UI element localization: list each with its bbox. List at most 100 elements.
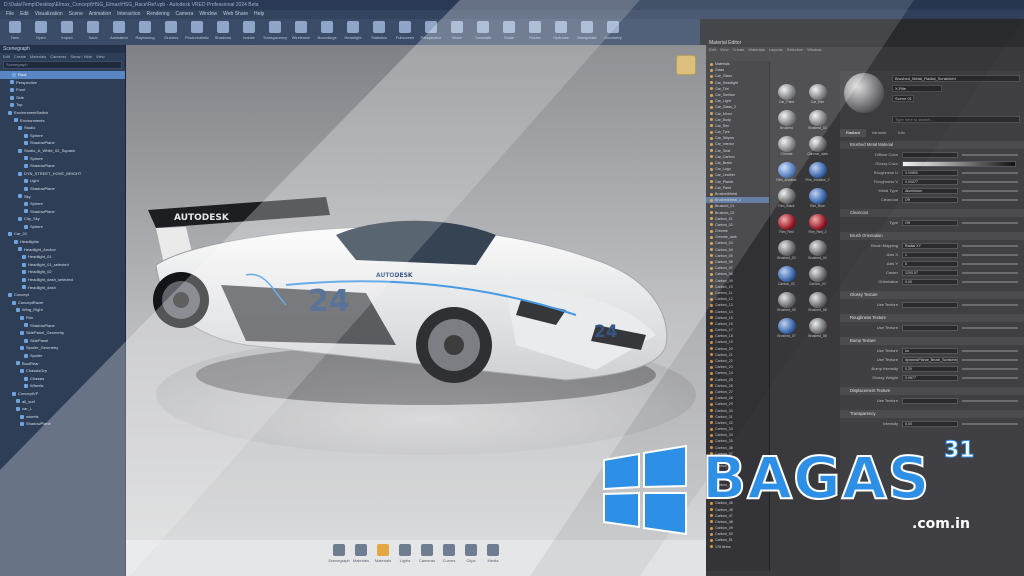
scenegraph-node[interactable]: Headlight_01	[0, 253, 125, 261]
view-cube[interactable]	[676, 55, 696, 75]
scenegraph-node[interactable]: ConceptVP	[0, 390, 125, 398]
visibility-checkbox[interactable]	[24, 186, 28, 191]
material-swatch[interactable]: Brushed_04	[803, 240, 832, 264]
visibility-checkbox[interactable]	[22, 277, 26, 282]
scenegraph-node[interactable]: ConceptRacer	[0, 299, 125, 307]
property-slider[interactable]	[962, 304, 1018, 306]
toolbar-button-save[interactable]: Save	[80, 19, 106, 45]
toolbar-button-photorealistic[interactable]: Photorealistic	[184, 19, 210, 45]
visibility-checkbox[interactable]	[18, 247, 22, 252]
menu-item-scene[interactable]: Scene	[69, 10, 83, 19]
material-swatch[interactable]: Rim_Red_2	[803, 214, 832, 238]
property-value-field[interactable]: 0.0977	[902, 375, 958, 381]
material-swatch[interactable]: Rim_Red	[772, 214, 801, 238]
scenegraph-node[interactable]: Wing_Right	[0, 306, 125, 314]
scenegraph-node[interactable]: ShadowPlane	[0, 208, 125, 216]
visibility-checkbox[interactable]	[22, 262, 26, 267]
scenegraph-node[interactable]: ShadowPlane	[0, 322, 125, 330]
scenegraph-node[interactable]: Spoiler_Geometry	[0, 344, 125, 352]
material-swatch[interactable]: Car_Paint	[772, 84, 801, 108]
scenegraph-node[interactable]: Headlight_02	[0, 268, 125, 276]
property-slider[interactable]	[962, 190, 1018, 192]
visibility-checkbox[interactable]	[12, 391, 16, 396]
visibility-checkbox[interactable]	[24, 376, 28, 381]
property-search-input[interactable]: Type here to search...	[892, 116, 1020, 123]
scenegraph-menu-item[interactable]: View	[96, 54, 105, 59]
scenegraph-node[interactable]: Root	[0, 71, 125, 79]
visibility-checkbox[interactable]	[10, 80, 14, 85]
material-swatch[interactable]: Rim_Blue	[803, 188, 832, 212]
scenegraph-node[interactable]: Headlight_dash	[0, 284, 125, 292]
scenegraph-node[interactable]: SidePanel	[0, 337, 125, 345]
menu-item-edit[interactable]: Edit	[20, 10, 29, 19]
property-value-field[interactable]	[902, 152, 958, 158]
scenegraph-node[interactable]: ShadowPlane	[0, 162, 125, 170]
property-slider[interactable]	[962, 181, 1018, 183]
scenegraph-node[interactable]: Headlight_01_selected	[0, 261, 125, 269]
scenegraph-menu-item[interactable]: Cameras	[50, 54, 66, 59]
property-section-header[interactable]: Clearcoat	[840, 209, 1024, 217]
scenegraph-node[interactable]: Sphere	[0, 223, 125, 231]
visibility-checkbox[interactable]	[20, 422, 24, 427]
scenegraph-node[interactable]: Sphere	[0, 200, 125, 208]
visibility-checkbox[interactable]	[24, 201, 28, 206]
toolbar-button-geometry[interactable]: Geometry	[600, 19, 626, 45]
visibility-checkbox[interactable]	[18, 194, 22, 199]
toolbar-button-new[interactable]: New	[2, 19, 28, 45]
material-swatch[interactable]: Carbon_02	[803, 266, 832, 290]
menu-item-camera[interactable]: Camera	[176, 10, 194, 19]
scenegraph-node[interactable]: all_surf	[0, 398, 125, 406]
material-swatch[interactable]: Brushed_06	[803, 292, 832, 316]
property-value-field[interactable]: Off	[902, 220, 958, 226]
property-section-header[interactable]: Brush Orientation	[840, 232, 1024, 240]
visibility-checkbox[interactable]	[24, 179, 28, 184]
dock-button-lights[interactable]: Lights	[394, 542, 416, 572]
material-type-field[interactable]: X-Rite	[892, 85, 942, 92]
scenegraph-node[interactable]: ChassisGrp	[0, 367, 125, 375]
scenegraph-node[interactable]: Studio_A_White_02_Squash	[0, 147, 125, 155]
scenegraph-node[interactable]: EnvironmentSwitch	[0, 109, 125, 117]
dock-button-cameras[interactable]: Cameras	[416, 542, 438, 572]
property-slider[interactable]	[962, 281, 1018, 283]
visibility-checkbox[interactable]	[16, 361, 20, 366]
visibility-checkbox[interactable]	[24, 323, 28, 328]
toolbar-button-fullscreen[interactable]: Fullscreen	[392, 19, 418, 45]
material-swatch[interactable]: Brushed_08	[803, 318, 832, 342]
scenegraph-node[interactable]: Studio	[0, 124, 125, 132]
menu-item-web-share[interactable]: Web Share	[223, 10, 248, 19]
toolbar-button-headlight[interactable]: Headlight	[340, 19, 366, 45]
visibility-checkbox[interactable]	[10, 95, 14, 100]
visibility-checkbox[interactable]	[20, 368, 24, 373]
property-slider[interactable]	[962, 263, 1018, 265]
material-name-field[interactable]: Brushed_Metal_Radial_Scratched	[892, 75, 1020, 82]
scenegraph-node[interactable]: Headlights	[0, 238, 125, 246]
property-value-field[interactable]	[902, 161, 1016, 167]
scenegraph-node[interactable]: ShadowPlane	[0, 420, 125, 428]
visibility-checkbox[interactable]	[8, 232, 12, 237]
property-tab-radiant[interactable]: Radiant	[840, 129, 866, 137]
menu-item-file[interactable]: File	[6, 10, 14, 19]
material-menu-item[interactable]: Create	[733, 47, 745, 52]
scenegraph-node[interactable]: Front	[0, 86, 125, 94]
visibility-checkbox[interactable]	[24, 224, 28, 229]
property-value-field[interactable]: 0.00800	[902, 170, 958, 176]
toolbar-button-clusters[interactable]: Clusters	[158, 19, 184, 45]
property-value-field[interactable]: 1200.57	[902, 270, 958, 276]
scenegraph-node[interactable]: Rim	[0, 314, 125, 322]
menu-item-rendering[interactable]: Rendering	[146, 10, 169, 19]
scenegraph-node[interactable]: DYN_STREET_HOVE_BRIGHT	[0, 170, 125, 178]
scenegraph-node[interactable]: Perspective	[0, 79, 125, 87]
property-section-header[interactable]: Bump Texture	[840, 337, 1024, 345]
toolbar-button-move[interactable]: Move	[444, 19, 470, 45]
visibility-checkbox[interactable]	[12, 300, 16, 305]
menu-item-window[interactable]: Window	[199, 10, 217, 19]
property-slider[interactable]	[962, 377, 1018, 379]
property-slider[interactable]	[962, 359, 1018, 361]
material-swatch[interactable]: Rim_Black	[772, 188, 801, 212]
scenegraph-node[interactable]: Car_01	[0, 230, 125, 238]
scenegraph-node[interactable]: Environments	[0, 117, 125, 125]
dock-button-materials[interactable]: Materials	[350, 542, 372, 572]
scenegraph-node[interactable]: City_Sky	[0, 215, 125, 223]
visibility-checkbox[interactable]	[18, 217, 22, 222]
toolbar-button-open[interactable]: Open	[28, 19, 54, 45]
